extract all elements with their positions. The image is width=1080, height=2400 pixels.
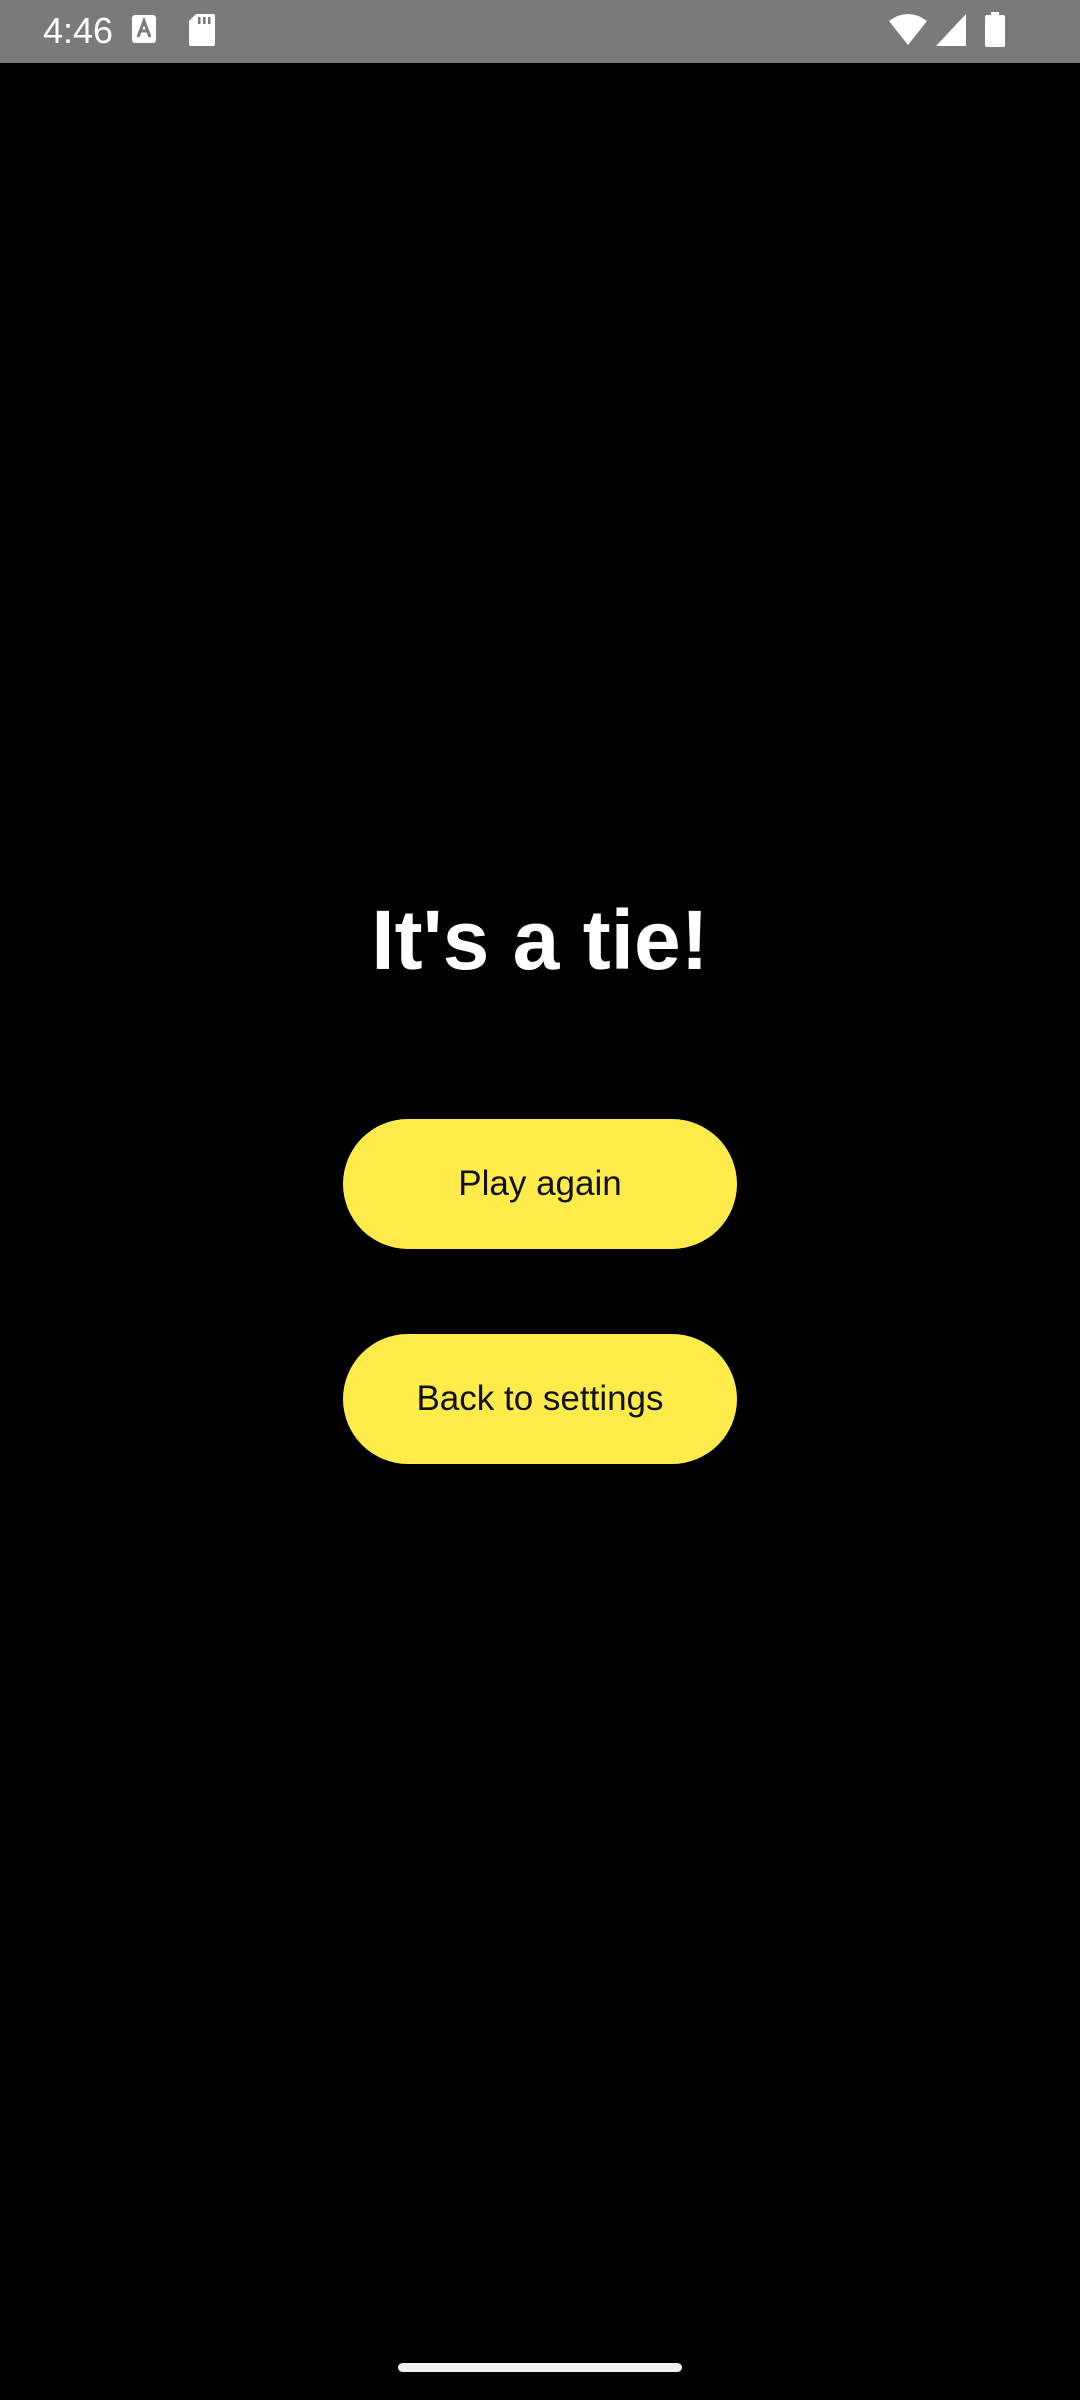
back-to-settings-button[interactable]: Back to settings xyxy=(343,1334,737,1464)
cellular-signal-icon xyxy=(935,13,967,47)
battery-icon xyxy=(984,12,1006,48)
wifi-icon xyxy=(888,13,928,47)
sd-card-icon xyxy=(188,13,216,47)
gesture-navigation-handle[interactable] xyxy=(398,2363,682,2372)
status-time: 4:46 xyxy=(43,10,114,51)
game-result-screen: 4:46 It's a tie! Play again Back to sett… xyxy=(0,0,1080,2400)
play-again-button[interactable]: Play again xyxy=(343,1119,737,1249)
result-title: It's a tie! xyxy=(371,893,709,987)
status-bar: 4:46 xyxy=(0,0,1080,63)
text-a-icon xyxy=(131,14,157,44)
